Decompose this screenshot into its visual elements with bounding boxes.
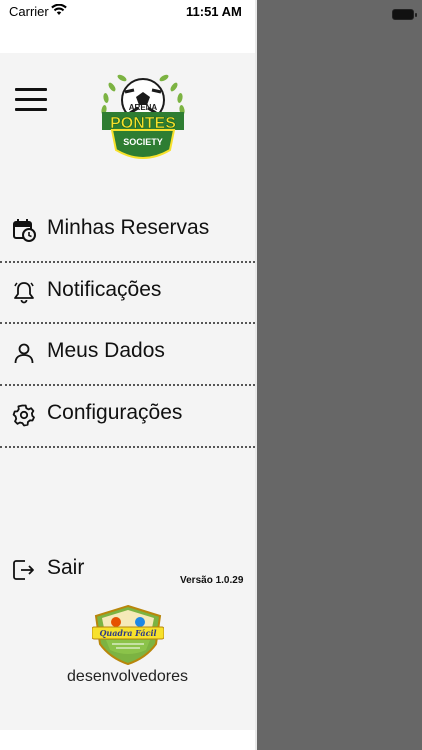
drawer-backdrop[interactable] [255,0,422,750]
bell-icon [14,282,34,304]
developers-label: desenvolvedores [67,668,188,685]
menu-item-label: Configurações [47,401,183,424]
status-bar: Carrier 11:51 AM [0,0,255,24]
logout-label: Sair [47,556,85,579]
calendar-clock-icon [13,219,36,242]
carrier-label: Carrier [9,4,49,19]
logo-line1: ARENA [129,103,158,112]
menu-toggle-button[interactable] [15,88,47,112]
menu-item-label: Notificações [47,278,162,301]
hamburger-line [15,88,47,91]
dev-logo-text: Quadra Fácil [99,628,156,638]
menu-item-label: Minhas Reservas [47,216,210,239]
navigation-drawer: Carrier 11:51 AM ARENA PONTES SOCIETY Mi… [0,0,255,750]
gear-icon [12,404,35,427]
arena-pontes-logo: ARENA PONTES SOCIETY [101,74,185,159]
hamburger-line [15,108,47,111]
wifi-icon [51,4,67,15]
logo-line3: SOCIETY [123,137,163,147]
menu-item-notificacoes[interactable]: Notificações [0,262,255,323]
menu-item-configuracoes[interactable]: Configurações [0,385,255,446]
menu-item-label: Meus Dados [47,339,165,362]
logout-button[interactable]: Sair [0,552,120,588]
divider [0,446,255,448]
clock: 11:51 AM [186,4,242,19]
menu-item-minhas-reservas[interactable]: Minhas Reservas [0,200,255,261]
menu-item-meus-dados[interactable]: Meus Dados [0,323,255,384]
logo-line2: PONTES [110,115,176,132]
hamburger-line [15,98,47,101]
battery-icon [392,9,417,20]
logout-icon [13,560,34,580]
quadra-facil-logo: Quadra Fácil [92,604,164,666]
user-icon [14,343,34,364]
version-label: Versão 1.0.29 [180,575,244,586]
